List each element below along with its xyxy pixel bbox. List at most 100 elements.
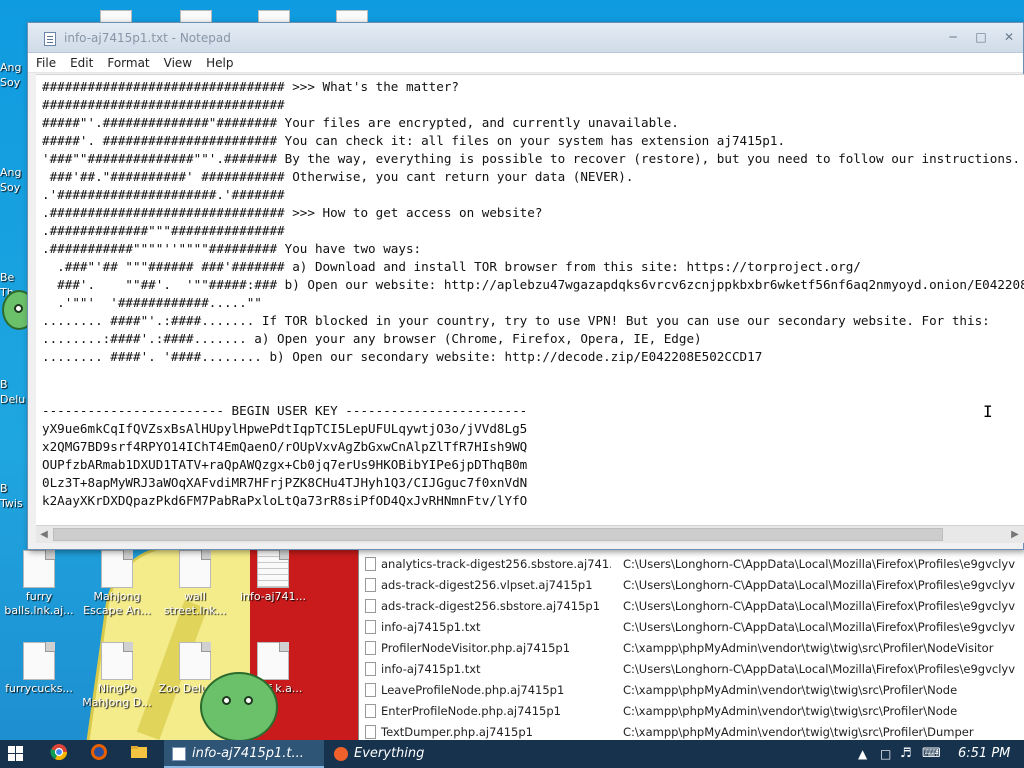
menu-file[interactable]: File bbox=[28, 53, 62, 71]
icon-label: Soy bbox=[0, 181, 21, 194]
file-path: C:\Users\Longhorn-C\AppData\Local\Mozill… bbox=[623, 557, 1016, 571]
desktop-icon-furry-balls[interactable]: furry balls.lnk.aj... bbox=[2, 550, 76, 618]
menu-view[interactable]: View bbox=[156, 53, 198, 71]
file-icon bbox=[101, 642, 133, 680]
file-path: C:\Users\Longhorn-C\AppData\Local\Mozill… bbox=[623, 578, 1016, 592]
icon-label: Delu bbox=[0, 393, 26, 406]
icon-label: Ang bbox=[0, 61, 22, 74]
text-editor[interactable]: ################################ >>> Wha… bbox=[36, 74, 1024, 525]
file-path: C:\xampp\phpMyAdmin\vendor\twig\twig\src… bbox=[623, 683, 958, 697]
file-icon bbox=[257, 642, 289, 680]
taskbar: info-aj7415p1.t... Everything ▲ □ ♬ ⌨ 6:… bbox=[0, 740, 1024, 768]
close-button[interactable]: ✕ bbox=[995, 28, 1023, 46]
icon-label: B bbox=[0, 482, 8, 495]
minimize-button[interactable]: ─ bbox=[939, 28, 967, 46]
desktop-icon-ningpo-mahjong[interactable]: NingPo MahJong D... bbox=[80, 642, 154, 710]
ransom-note-text[interactable]: ################################ >>> Wha… bbox=[36, 75, 1024, 510]
file-icon bbox=[365, 599, 376, 613]
file-name: ads-track-digest256.sbstore.aj7415p1 bbox=[381, 599, 601, 613]
list-item[interactable]: info-aj7415p1.txt C:\Users\Longhorn-C\App… bbox=[359, 617, 1024, 638]
menu-edit[interactable]: Edit bbox=[62, 53, 99, 71]
clock[interactable]: 6:51 PM bbox=[958, 740, 1010, 768]
file-path: C:\xampp\phpMyAdmin\vendor\twig\twig\src… bbox=[623, 725, 974, 739]
file-path: C:\Users\Longhorn-C\AppData\Local\Mozill… bbox=[623, 662, 1016, 676]
file-icon bbox=[179, 550, 211, 588]
scrollbar-thumb[interactable] bbox=[53, 528, 943, 541]
character-eye bbox=[14, 304, 23, 313]
firefox-icon[interactable] bbox=[84, 743, 114, 765]
desktop-icon-left-2[interactable]: Ang Soy bbox=[0, 165, 30, 195]
text-file-icon bbox=[257, 550, 289, 588]
file-icon bbox=[365, 557, 376, 571]
window-title: info-aj7415p1.txt - Notepad bbox=[64, 31, 231, 45]
system-tray: ▲ □ ♬ ⌨ 6:51 PM bbox=[854, 740, 1024, 768]
icon-label: Mahjong Escape An... bbox=[83, 590, 151, 617]
list-item[interactable]: LeaveProfileNode.php.aj7415p1 C:\xampp\ph… bbox=[359, 680, 1024, 701]
scroll-right-arrow-icon[interactable]: ▶ bbox=[1008, 528, 1022, 542]
taskbar-everything[interactable]: Everything bbox=[326, 740, 486, 768]
icon-label: Soy bbox=[0, 76, 21, 89]
scroll-left-arrow-icon[interactable]: ◀ bbox=[37, 528, 51, 542]
search-icon bbox=[334, 747, 348, 761]
file-icon bbox=[23, 550, 55, 588]
list-item[interactable]: analytics-track-digest256.sbstore.aj741.… bbox=[359, 554, 1024, 575]
icon-label: furrycucks... bbox=[5, 682, 73, 695]
character-sticker-bottom bbox=[200, 672, 278, 740]
everything-results-list[interactable]: analytics-track-digest256.sbstore.aj741.… bbox=[358, 544, 1024, 740]
text-cursor-icon: I bbox=[983, 402, 993, 421]
icon-label: Be bbox=[0, 271, 15, 284]
file-path: C:\xampp\phpMyAdmin\vendor\twig\twig\src… bbox=[623, 641, 994, 655]
desktop-icon-left-1[interactable]: Ang Soy bbox=[0, 60, 30, 90]
desktop-icon-wall-street[interactable]: wall street.lnk... bbox=[158, 550, 232, 618]
character-eye bbox=[222, 696, 231, 705]
file-icon bbox=[101, 550, 133, 588]
file-icon bbox=[365, 662, 376, 676]
file-icon bbox=[365, 704, 376, 718]
chrome-icon[interactable] bbox=[44, 743, 74, 765]
file-icon bbox=[179, 642, 211, 680]
list-item[interactable]: EnterProfileNode.php.aj7415p1 C:\xampp\ph… bbox=[359, 701, 1024, 722]
list-item[interactable]: ads-track-digest256.vlpset.aj7415p1 C:\Us… bbox=[359, 575, 1024, 596]
file-name: ProfilerNodeVisitor.php.aj7415p1 bbox=[381, 641, 571, 655]
taskbar-notepad[interactable]: info-aj7415p1.t... bbox=[164, 740, 324, 768]
icon-label: furry balls.lnk.aj... bbox=[4, 590, 74, 617]
network-icon[interactable]: ▲ bbox=[858, 740, 867, 768]
horizontal-scrollbar[interactable]: ◀ ▶ bbox=[36, 525, 1024, 543]
notepad-titlebar[interactable]: info-aj7415p1.txt - Notepad ─ □ ✕ bbox=[28, 23, 1023, 53]
notepad-icon bbox=[44, 32, 56, 46]
action-center-icon[interactable]: □ bbox=[880, 740, 891, 768]
start-button[interactable] bbox=[8, 746, 24, 762]
task-label: Everything bbox=[354, 746, 425, 761]
desktop-icon-mahjong-escape[interactable]: Mahjong Escape An... bbox=[80, 550, 154, 618]
file-path: C:\xampp\phpMyAdmin\vendor\twig\twig\src… bbox=[623, 704, 958, 718]
desktop-icon-left-5[interactable]: B Twis bbox=[0, 481, 30, 511]
list-item[interactable]: info-aj7415p1.txt C:\Users\Longhorn-C\App… bbox=[359, 659, 1024, 680]
file-name: LeaveProfileNode.php.aj7415p1 bbox=[381, 683, 565, 697]
menu-format[interactable]: Format bbox=[99, 53, 155, 71]
file-name: ads-track-digest256.vlpset.aj7415p1 bbox=[381, 578, 593, 592]
task-label: info-aj7415p1.t... bbox=[192, 746, 304, 761]
file-icon bbox=[23, 642, 55, 680]
file-name: info-aj7415p1.txt bbox=[381, 662, 481, 676]
volume-icon[interactable]: ♬ bbox=[900, 740, 912, 768]
icon-label: Twis bbox=[0, 497, 23, 510]
file-icon bbox=[365, 578, 376, 592]
icon-label: Ang bbox=[0, 166, 22, 179]
file-icon bbox=[365, 683, 376, 697]
list-item[interactable]: ProfilerNodeVisitor.php.aj7415p1 C:\xampp… bbox=[359, 638, 1024, 659]
desktop-icon-furrycucks[interactable]: furrycucks... bbox=[2, 642, 76, 696]
keyboard-icon[interactable]: ⌨ bbox=[922, 740, 941, 768]
character-eye bbox=[244, 696, 253, 705]
menu-help[interactable]: Help bbox=[198, 53, 239, 71]
maximize-button[interactable]: □ bbox=[967, 28, 995, 46]
list-item[interactable]: ads-track-digest256.sbstore.aj7415p1 C:\U… bbox=[359, 596, 1024, 617]
notepad-window[interactable]: info-aj7415p1.txt - Notepad ─ □ ✕ File Ed… bbox=[27, 22, 1024, 550]
desktop-icon-info-txt[interactable]: info-aj741... bbox=[236, 550, 310, 604]
file-explorer-icon[interactable] bbox=[124, 743, 154, 765]
file-icon bbox=[365, 725, 376, 739]
icon-label: B bbox=[0, 378, 8, 391]
icon-label: info-aj741... bbox=[239, 590, 307, 603]
desktop-icon-left-4[interactable]: B Delu bbox=[0, 377, 30, 407]
list-item[interactable]: TextDumper.php.aj7415p1 C:\xampp\phpMyAdm… bbox=[359, 722, 1024, 740]
icon-label: wall street.lnk... bbox=[163, 590, 227, 617]
